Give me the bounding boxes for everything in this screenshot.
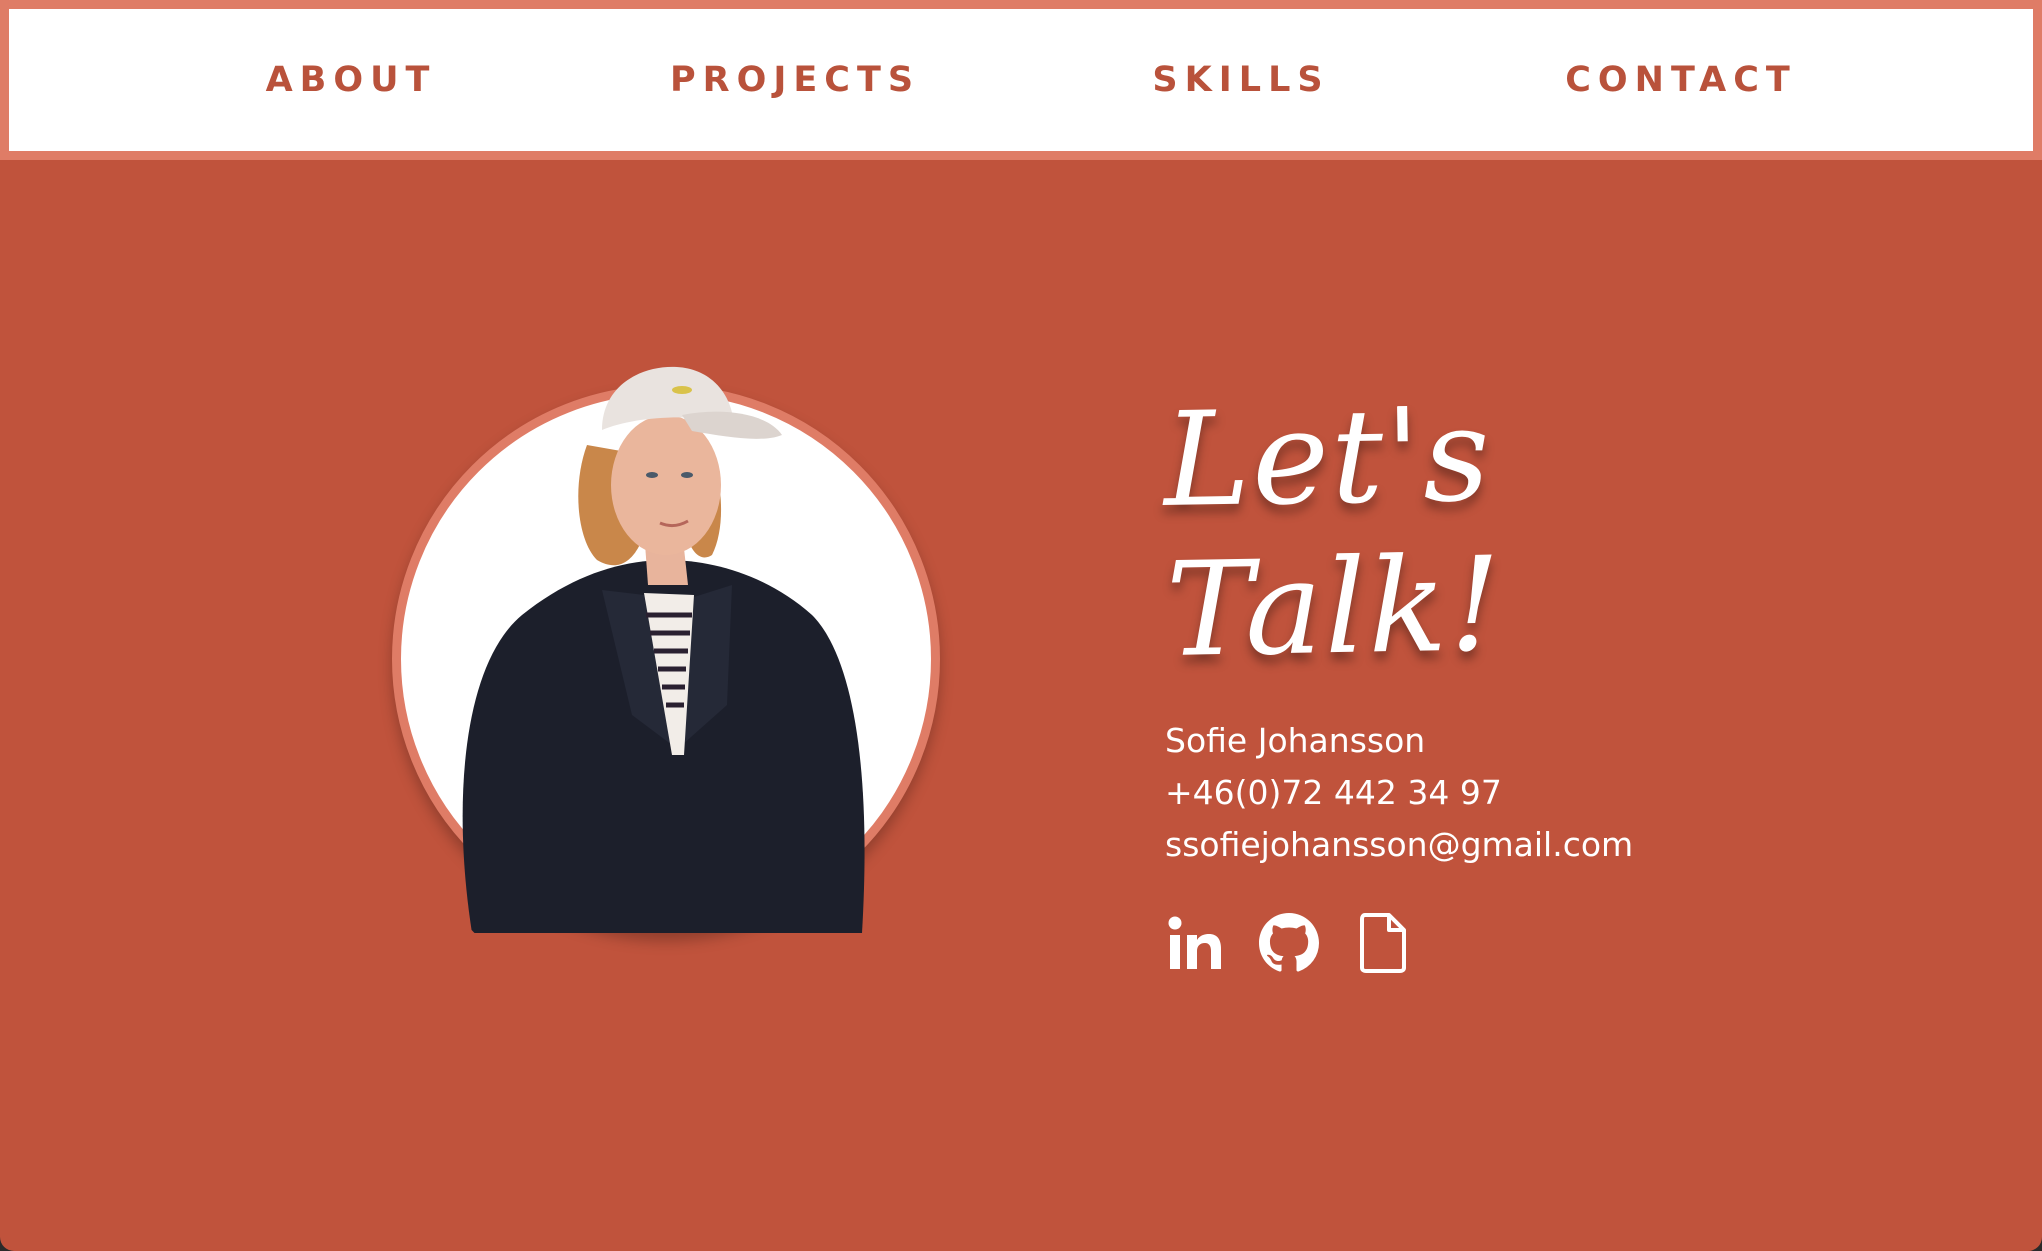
portrait-illustration [462, 366, 865, 933]
contact-section: Let's Talk! Sofie Johansson +46(0)72 442… [1162, 378, 1865, 975]
contact-info: Sofie Johansson +46(0)72 442 34 97 ssofi… [1165, 715, 1865, 871]
nav-link-skills[interactable]: SKILLS [1152, 60, 1329, 100]
navigation-bar: ABOUT PROJECTS SKILLS CONTACT [0, 0, 2042, 160]
github-icon[interactable] [1259, 911, 1319, 975]
contact-phone[interactable]: +46(0)72 442 34 97 [1165, 767, 1865, 819]
contact-email[interactable]: ssofiejohansson@gmail.com [1165, 819, 1865, 871]
nav-link-about[interactable]: ABOUT [266, 60, 437, 100]
document-icon[interactable] [1353, 911, 1413, 975]
contact-name: Sofie Johansson [1165, 721, 1426, 760]
social-links [1165, 911, 1865, 975]
contact-heading: Let's Talk! [1162, 378, 1505, 686]
page: ABOUT PROJECTS SKILLS CONTACT Let's Talk… [0, 0, 2042, 1251]
nav-link-projects[interactable]: PROJECTS [670, 60, 920, 100]
linkedin-icon[interactable] [1165, 911, 1225, 975]
profile-portrait [392, 366, 940, 933]
nav-link-contact[interactable]: CONTACT [1565, 60, 1797, 100]
